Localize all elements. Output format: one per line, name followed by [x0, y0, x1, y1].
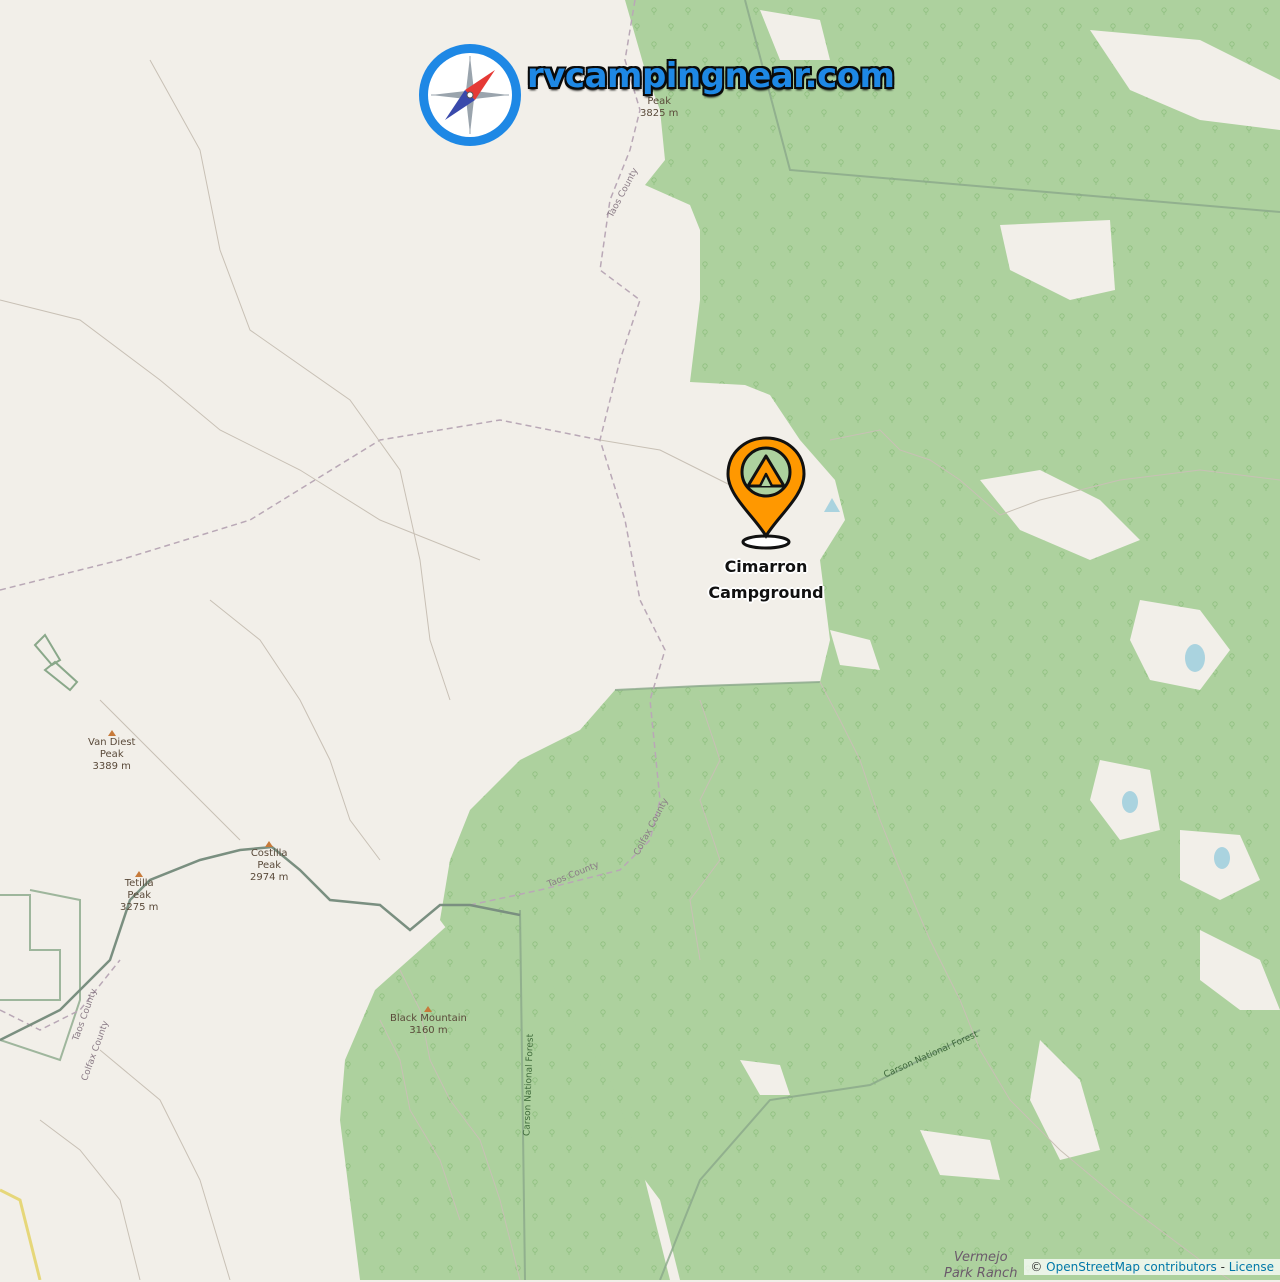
brand-text: rvcampingnear.com: [527, 56, 895, 96]
peak-label-black-mountain: Black Mountain 3160 m: [390, 1006, 467, 1037]
peak-icon: [135, 871, 144, 877]
peak-elevation: 3389 m: [92, 761, 131, 772]
campground-name: Campground: [708, 583, 824, 602]
tent-pin-icon[interactable]: [724, 436, 808, 552]
peak-name: Peak: [257, 860, 282, 871]
peak-elevation: 3160 m: [409, 1025, 448, 1036]
place-name: Vermejo: [953, 1250, 1008, 1265]
peak-elevation: 3275 m: [120, 902, 159, 913]
peak-icon: [265, 841, 274, 847]
campground-name: Cimarron: [724, 557, 808, 576]
peak-name: Peak: [127, 890, 152, 901]
attribution-prefix: ©: [1030, 1260, 1047, 1274]
peak-name: Van Diest: [88, 737, 136, 748]
peak-label-costilla: Costilla Peak 2974 m: [250, 841, 288, 884]
campground-label[interactable]: Cimarron Campground: [686, 554, 846, 606]
attribution-separator: -: [1216, 1260, 1229, 1274]
peak-label-van-diest: Van Diest Peak 3389 m: [88, 730, 135, 773]
peak-icon: [107, 730, 116, 736]
map-attribution: © OpenStreetMap contributors - License: [1024, 1259, 1280, 1275]
peak-icon: [424, 1006, 433, 1012]
license-link[interactable]: License: [1229, 1260, 1274, 1274]
compass-icon: [419, 44, 521, 146]
peak-name: Costilla: [250, 848, 288, 859]
peak-elevation: 2974 m: [250, 872, 289, 883]
osm-link[interactable]: OpenStreetMap contributors: [1046, 1260, 1217, 1274]
peak-name: Peak: [99, 749, 124, 760]
peak-name: Tetilla: [124, 878, 154, 889]
place-label-ranch: Vermejo Park Ranch: [944, 1250, 1017, 1282]
map-canvas[interactable]: [0, 0, 1280, 1280]
site-logo[interactable]: rvcampingnear.com: [415, 40, 895, 152]
peak-label-tetilla: Tetilla Peak 3275 m: [120, 871, 158, 914]
peak-name: Black Mountain: [390, 1013, 467, 1024]
